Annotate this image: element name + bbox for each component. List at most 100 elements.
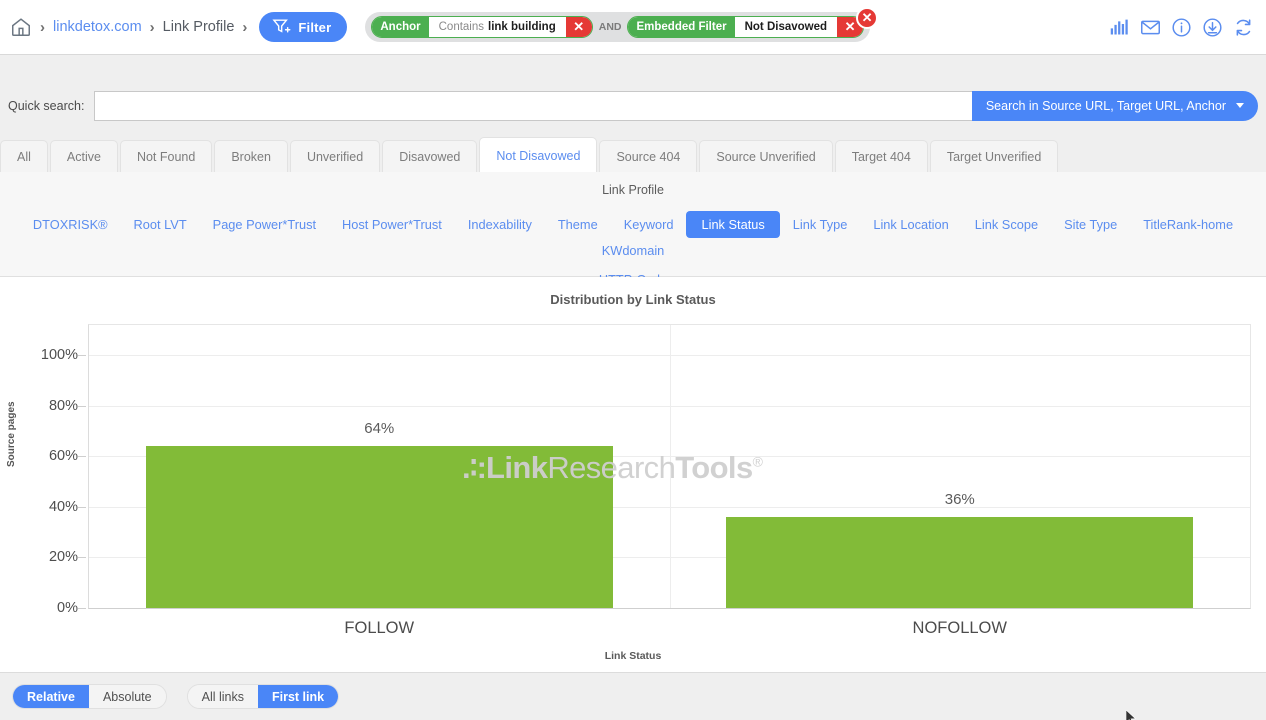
chart-title: Distribution by Link Status [550,292,716,307]
envelope-icon[interactable] [1140,17,1161,38]
chevron-down-icon [1236,103,1244,108]
filter-chip-key: Anchor [372,17,429,37]
toolbar-divider [0,54,1266,78]
tab-label: Not Found [136,150,196,164]
refresh-icon[interactable] [1233,17,1254,38]
search-input[interactable] [94,90,972,121]
chart-x-tick-label: NOFOLLOW [912,619,1007,637]
tab-unverified[interactable]: Unverified [289,140,381,173]
chart-y-tick-label: 80% [48,397,78,414]
filter-button-label: Filter [298,19,332,35]
info-circle-icon[interactable] [1171,17,1192,38]
search-scope-label: Search in Source URL, Target URL, Anchor [985,98,1226,113]
chart-y-tick-mark [78,405,86,407]
tab-target-404[interactable]: Target 404 [834,140,928,173]
subnav-item-link-status[interactable]: Link Status [686,211,780,238]
tab-source-404[interactable]: Source 404 [599,140,698,173]
breadcrumb-separator: › [149,18,155,36]
filter-chip-value: Contains link building [428,17,566,37]
subnav-title: Link Profile [602,183,664,197]
filter-chip-value-text: Not Disavowed [744,21,828,33]
tab-target-unverified[interactable]: Target Unverified [929,140,1059,173]
chart-y-tick-label: 0% [57,600,78,616]
chart-y-tick-label: 40% [48,498,78,515]
subnav-item-link-location[interactable]: Link Location [860,212,961,237]
chart-y-tick-mark [78,557,86,559]
tab-disavowed[interactable]: Disavowed [382,140,478,173]
subnav-item-kwdomain[interactable]: KWdomain [589,238,678,263]
search-scope-button[interactable]: Search in Source URL, Target URL, Anchor [971,90,1258,121]
subnav-item-root-lvt[interactable]: Root LVT [121,212,200,237]
tab-label: All [17,150,31,164]
links-toggle-group: All links First link [186,684,340,709]
tab-label: Source 404 [616,150,681,164]
tab-not-disavowed[interactable]: Not Disavowed [479,137,598,173]
chart-bar[interactable] [726,517,1194,608]
subnav-item-theme[interactable]: Theme [545,212,611,237]
tab-label: Target 404 [851,150,911,164]
download-circle-icon[interactable] [1202,17,1223,38]
status-tabs: All Active Not Found Broken Unverified D… [0,133,1266,173]
chart-y-tick-mark [78,355,86,357]
filter-chip-anchor[interactable]: Anchor Contains link building ✕ [371,16,593,38]
toggle-all-links[interactable]: All links [187,685,258,708]
tab-all[interactable]: All [0,140,48,173]
top-icon-bar [1109,17,1266,38]
chart-y-tick-label: 20% [48,549,78,566]
subnav-links-row1: DTOXRISK® Root LVT Page Power*Trust Host… [0,211,1266,263]
subnav-item-site-type[interactable]: Site Type [1051,212,1130,237]
subnav-item-host-power-trust[interactable]: Host Power*Trust [329,212,455,237]
bottom-toolbar: Relative Absolute All links First link [0,672,1266,720]
clear-all-filters-icon[interactable]: ✕ [856,7,879,29]
chart-bar[interactable] [145,446,613,608]
chart-bar-value-label: 64% [364,420,395,438]
subnav-item-link-type[interactable]: Link Type [780,212,861,237]
mouse-cursor-icon [1125,709,1138,720]
subnav-item-indexability[interactable]: Indexability [455,212,545,237]
home-icon[interactable] [10,16,32,38]
subnav-item-dtoxrisk[interactable]: DTOXRISK® [20,212,121,237]
chart-y-tick-mark [78,456,86,458]
top-bar: › linkdetox.com › Link Profile › Filter … [0,0,1266,54]
quick-search-row: Quick search: Search in Source URL, Targ… [0,78,1266,133]
tab-source-unverified[interactable]: Source Unverified [699,140,833,173]
tab-label: Broken [231,150,271,164]
quick-search-label: Quick search: [8,98,85,113]
tab-not-found[interactable]: Not Found [119,140,213,173]
chart-y-axis: 0% 20% 40% 60% 80% 100% [0,324,86,616]
tab-active[interactable]: Active [49,140,118,173]
chart-x-axis-label: Link Status [604,650,662,662]
filter-chip-operator: Contains [438,21,485,33]
chart-x-tick-label: FOLLOW [344,619,415,637]
breadcrumb: › linkdetox.com › Link Profile › [0,16,247,38]
chart-y-tick-mark [78,506,86,508]
toggle-absolute[interactable]: Absolute [88,685,166,708]
subnav-item-titlerank-home[interactable]: TitleRank-home [1130,212,1246,237]
funnel-plus-icon [271,16,291,39]
chart-plot-area: 64% 36% [88,324,1251,609]
link-profile-subnav: Link Profile DTOXRISK® Root LVT Page Pow… [0,172,1266,287]
toggle-relative[interactable]: Relative [13,685,89,708]
subnav-item-keyword[interactable]: Keyword [611,212,687,237]
breadcrumb-item-link-profile[interactable]: Link Profile [163,19,235,35]
chart-y-tick-mark [78,608,86,609]
tab-label: Disavowed [399,150,461,164]
filter-chip-conjunction: AND [598,21,622,33]
toggle-first-link[interactable]: First link [257,685,339,708]
chart-category-divider [669,325,671,608]
bar-chart-icon[interactable] [1109,17,1130,38]
filter-chip-embedded-filter[interactable]: Embedded Filter Not Disavowed ✕ [627,16,865,38]
subnav-item-link-scope[interactable]: Link Scope [962,212,1051,237]
chart-y-tick-label: 100% [40,347,78,364]
filter-chip-remove-icon[interactable]: ✕ [565,17,592,37]
filter-button[interactable]: Filter [259,12,348,42]
chart-bar-value-label: 36% [944,491,975,509]
chart-y-tick-label: 60% [48,448,78,465]
tab-label: Unverified [306,150,364,164]
breadcrumb-link-domain[interactable]: linkdetox.com [53,19,142,35]
filter-chip-value-text: link building [488,21,556,33]
breadcrumb-separator: › [242,18,248,36]
tab-label: Source Unverified [716,150,816,164]
subnav-item-page-power-trust[interactable]: Page Power*Trust [200,212,329,237]
tab-broken[interactable]: Broken [214,140,288,173]
